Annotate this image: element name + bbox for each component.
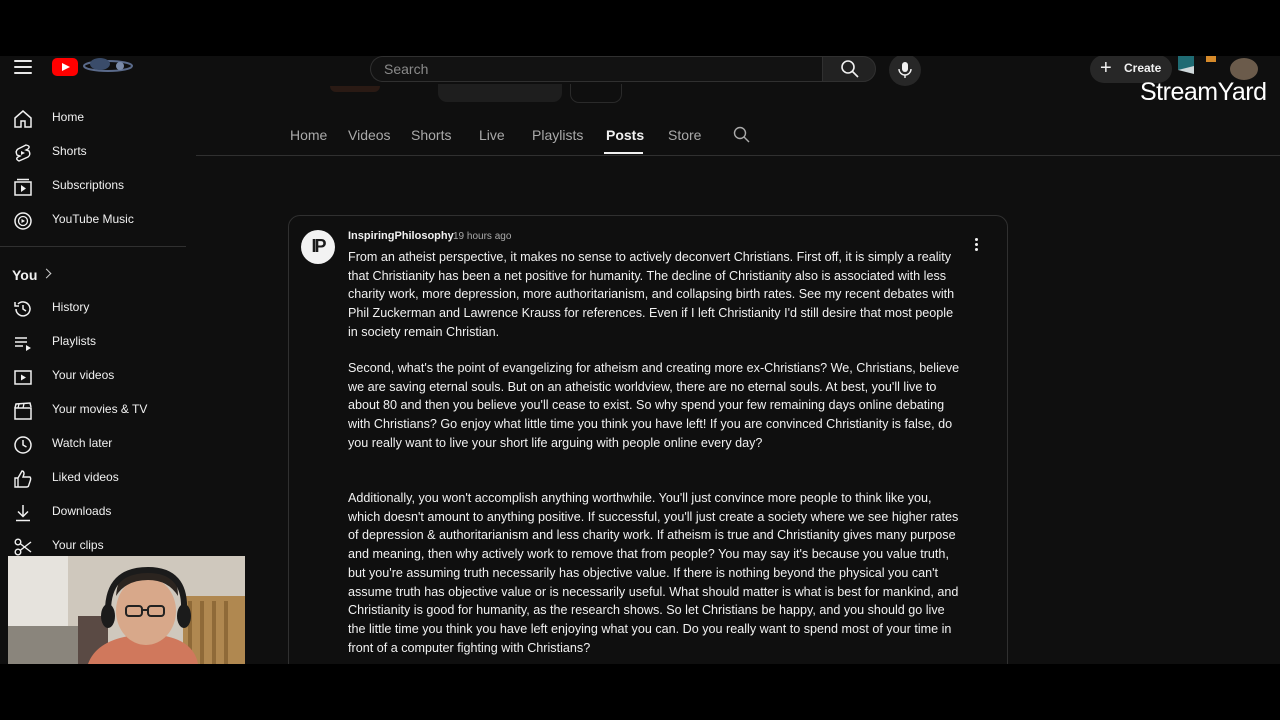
thumbs-up-icon [14, 470, 32, 488]
sidebar-item-youtube-music[interactable]: YouTube Music [0, 206, 186, 236]
channel-search-icon[interactable] [733, 126, 751, 144]
sidebar-divider [0, 246, 186, 247]
sidebar-item-playlists[interactable]: Playlists [0, 328, 186, 358]
sidebar-you-heading[interactable]: You [12, 267, 37, 283]
sidebar-item-liked-videos[interactable]: Liked videos [0, 464, 186, 494]
search-button[interactable] [822, 56, 876, 82]
movies-icon [14, 402, 32, 420]
sidebar-item-label: Watch later [52, 436, 113, 450]
channel-button-fragment[interactable] [438, 84, 562, 102]
post-paragraph: From an atheist perspective, it makes no… [348, 250, 955, 339]
youtube-window: Search + Create StreamYard Home Videos S… [0, 56, 1280, 664]
tab-playlists[interactable]: Playlists [532, 127, 583, 143]
plus-icon: + [1100, 57, 1112, 79]
clock-icon [14, 436, 32, 454]
youtube-music-icon [14, 212, 32, 230]
sidebar-item-label: Playlists [52, 334, 97, 348]
streamyard-watermark: StreamYard [1140, 78, 1267, 106]
sidebar-item-home[interactable]: Home [0, 104, 186, 134]
sidebar-item-watch-later[interactable]: Watch later [0, 430, 186, 460]
search-input[interactable]: Search [370, 56, 822, 82]
more-options-icon[interactable] [972, 238, 980, 254]
subscriptions-icon [14, 178, 32, 196]
sidebar-item-label: Shorts [52, 144, 87, 158]
tabs-divider [196, 155, 1280, 156]
tab-posts[interactable]: Posts [606, 127, 644, 143]
tab-live[interactable]: Live [479, 127, 505, 143]
tab-home[interactable]: Home [290, 127, 327, 143]
chevron-right-icon [41, 268, 52, 279]
voice-search-button[interactable] [889, 56, 921, 86]
post-paragraph: Second, what's the point of evangelizing… [348, 361, 960, 450]
post-timestamp[interactable]: 19 hours ago [453, 231, 511, 242]
overlay-graphic-icon [1178, 56, 1216, 74]
sidebar-item-history[interactable]: History [0, 294, 186, 324]
post-paragraph: Additionally, you won't accomplish anyth… [348, 491, 959, 655]
channel-button-fragment[interactable] [570, 84, 622, 103]
avatar[interactable] [1230, 58, 1258, 80]
history-icon [14, 301, 31, 317]
sidebar-item-label: Home [52, 110, 85, 124]
masthead: Search + Create StreamYard [0, 56, 1280, 106]
search-placeholder: Search [384, 61, 429, 77]
home-icon [14, 110, 32, 128]
create-label: Create [1124, 61, 1162, 75]
sidebar-item-label: Your clips [52, 538, 104, 552]
webcam-person-image [8, 556, 245, 664]
search-icon [841, 60, 859, 78]
playlists-icon [15, 337, 31, 351]
sidebar-item-label: History [52, 300, 90, 314]
active-tab-indicator [604, 152, 643, 154]
sidebar-item-label: Downloads [52, 504, 112, 518]
doodle-logo-icon [83, 58, 133, 72]
your-videos-icon [14, 370, 32, 385]
post-author[interactable]: InspiringPhilosophy [348, 230, 454, 242]
microphone-icon [898, 62, 912, 78]
download-icon [16, 505, 30, 522]
avatar-text: IP [311, 236, 326, 256]
sidebar-item-label: Your videos [52, 368, 115, 382]
sidebar-item-label: Subscriptions [52, 178, 125, 192]
sidebar-item-downloads[interactable]: Downloads [0, 498, 186, 528]
youtube-logo[interactable] [52, 58, 78, 76]
sidebar-item-subscriptions[interactable]: Subscriptions [0, 172, 186, 202]
webcam-overlay [8, 556, 245, 664]
channel-banner-fragment [330, 86, 380, 92]
sidebar-item-label: Your movies & TV [52, 402, 148, 416]
sidebar-item-shorts[interactable]: Shorts [0, 138, 186, 168]
menu-icon[interactable] [14, 60, 32, 74]
sidebar-item-label: YouTube Music [52, 212, 134, 226]
avatar[interactable]: IP [301, 230, 335, 264]
sidebar-item-movies[interactable]: Your movies & TV [0, 396, 186, 426]
tab-shorts[interactable]: Shorts [411, 127, 451, 143]
tab-videos[interactable]: Videos [348, 127, 391, 143]
shorts-icon [15, 144, 31, 162]
tab-store[interactable]: Store [668, 127, 701, 143]
scissors-icon [14, 538, 32, 556]
sidebar-item-label: Liked videos [52, 470, 119, 484]
sidebar-item-your-videos[interactable]: Your videos [0, 362, 186, 392]
